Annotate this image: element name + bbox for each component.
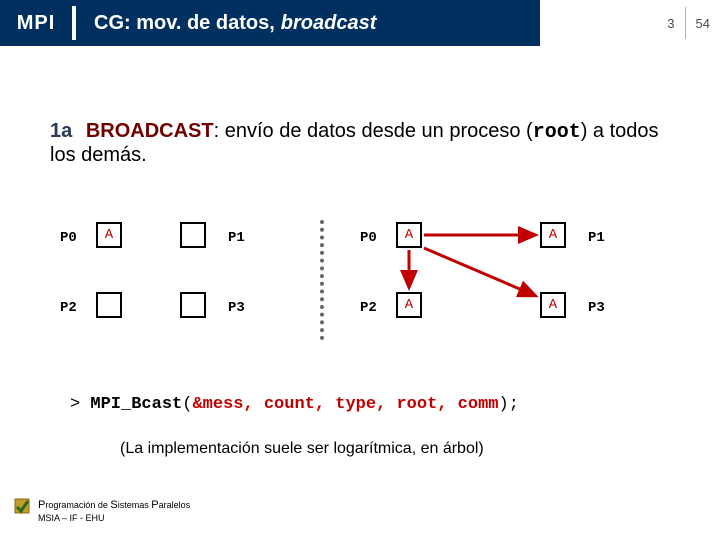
page-total: 54 <box>686 16 720 31</box>
code-prompt: > <box>70 395 80 414</box>
broadcast-diagram: P0 A P1 P2 P3 P0 A A P1 P2 A A P3 <box>60 220 660 370</box>
section-root: root <box>533 121 581 144</box>
header-title-b: broadcast <box>281 12 377 35</box>
slide-header: MPI CG: mov. de datos, broadcast 3 54 <box>0 0 720 46</box>
header-title-a: CG: mov. de datos, <box>94 12 275 35</box>
footer-t1: rogramación de <box>45 500 110 510</box>
broadcast-arrows <box>60 220 660 370</box>
footer-text: Programación de Sistemas Paralelos MSIA … <box>38 499 190 524</box>
header-separator <box>72 6 76 40</box>
footer-icon <box>14 498 30 514</box>
footer-cap-P2: P <box>151 499 158 511</box>
code-close: ); <box>499 395 519 414</box>
code-line: > MPI_Bcast(&mess, count, type, root, co… <box>70 395 519 414</box>
footer-t2: istemas <box>118 500 152 510</box>
code-fn: MPI_Bcast <box>90 395 182 414</box>
code-open: ( <box>182 395 192 414</box>
section-tag: 1a <box>50 120 72 142</box>
code-args: &mess, count, type, root, comm <box>192 395 498 414</box>
header-badge: MPI <box>0 0 72 46</box>
section-text-a: : envío de datos desde un proceso ( <box>214 120 533 142</box>
section-keyword: BROADCAST <box>86 120 214 142</box>
impl-note: (La implementación suele ser logarítmica… <box>120 440 484 458</box>
footer-line2: MSIA – IF - EHU <box>38 513 190 524</box>
section-text: 1a BROADCAST: envío de datos desde un pr… <box>50 120 680 167</box>
footer-line1: Programación de Sistemas Paralelos <box>38 499 190 513</box>
footer-cap-S: S <box>110 499 117 511</box>
page-current: 3 <box>657 16 684 31</box>
header-title: CG: mov. de datos, broadcast <box>72 0 540 46</box>
header-page-numbers: 3 54 <box>657 0 720 46</box>
footer-t3: aralelos <box>159 500 191 510</box>
